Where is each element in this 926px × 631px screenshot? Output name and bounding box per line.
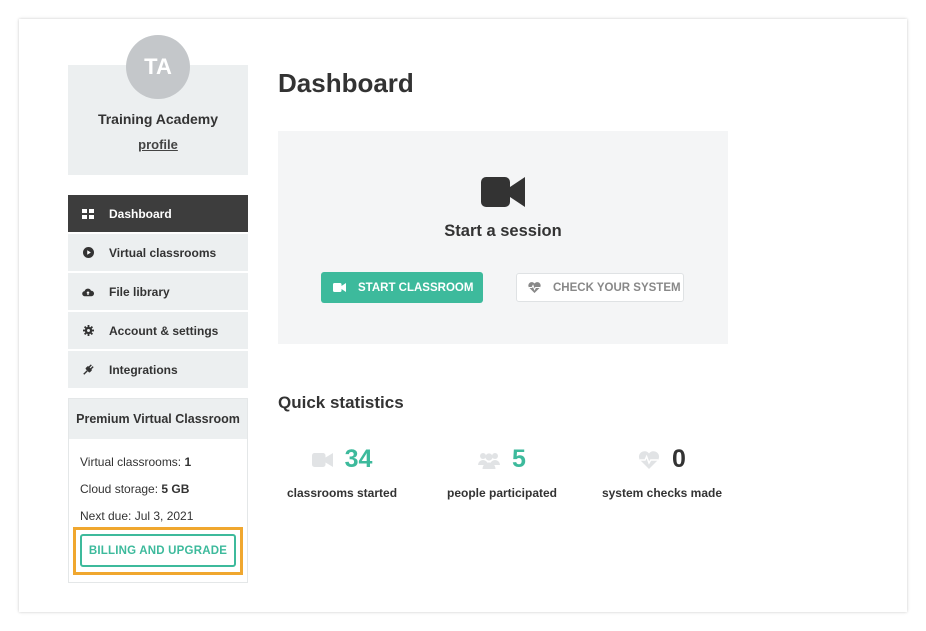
stat-classrooms-started: 34 classrooms started [262,445,422,505]
page-title: Dashboard [278,68,414,98]
sidebar-item-label: Integrations [109,362,178,377]
plan-title: Premium Virtual Classroom [69,399,247,439]
video-camera-icon [311,452,333,467]
session-title: Start a session [444,222,562,240]
plan-next-due: Next due: Jul 3, 2021 [80,509,194,523]
gear-icon [82,325,94,337]
plan-classrooms: Virtual classrooms: 1 [80,455,192,469]
cloud-upload-icon [82,286,94,298]
stat-people-participated: 5 people participated [422,445,582,505]
sidebar-item-dashboard[interactable]: Dashboard [68,195,248,232]
profile-link[interactable]: profile [68,137,248,152]
sidebar-item-label: Dashboard [109,206,172,221]
dashboard-grid-icon [82,208,94,220]
quick-statistics-title: Quick statistics [278,393,404,412]
sidebar-item-file-library[interactable]: File library [68,273,248,310]
stat-value: 5 [512,445,526,473]
stat-label: classrooms started [286,486,398,500]
check-your-system-label: CHECK YOUR SYSTEM [553,281,681,294]
stat-label: people participated [446,486,558,500]
video-camera-icon [481,177,525,207]
billing-and-upgrade-button[interactable]: BILLING AND UPGRADE [80,534,236,567]
start-classroom-label: START CLASSROOM [358,281,474,294]
check-your-system-button[interactable]: CHECK YOUR SYSTEM [516,273,684,302]
heart-pulse-icon [638,450,660,469]
stat-system-checks: 0 system checks made [582,445,742,505]
sidebar-item-account-settings[interactable]: Account & settings [68,312,248,349]
video-camera-icon [333,283,346,292]
sidebar-item-label: File library [109,284,170,299]
heart-pulse-icon [528,282,541,293]
sidebar-item-label: Account & settings [109,323,219,338]
stat-value: 0 [672,445,686,473]
plug-icon [82,363,94,376]
sidebar-item-integrations[interactable]: Integrations [68,351,248,388]
play-circle-icon [82,247,94,259]
sidebar-item-label: Virtual classrooms [109,245,217,260]
plan-storage: Cloud storage: 5 GB [80,482,190,496]
stat-label: system checks made [601,486,723,500]
sidebar-item-virtual-classrooms[interactable]: Virtual classrooms [68,234,248,271]
organization-name: Training Academy [97,111,219,127]
start-classroom-button[interactable]: START CLASSROOM [321,272,483,303]
avatar: TA [126,35,190,99]
stat-value: 34 [344,445,373,473]
people-icon [478,451,501,469]
